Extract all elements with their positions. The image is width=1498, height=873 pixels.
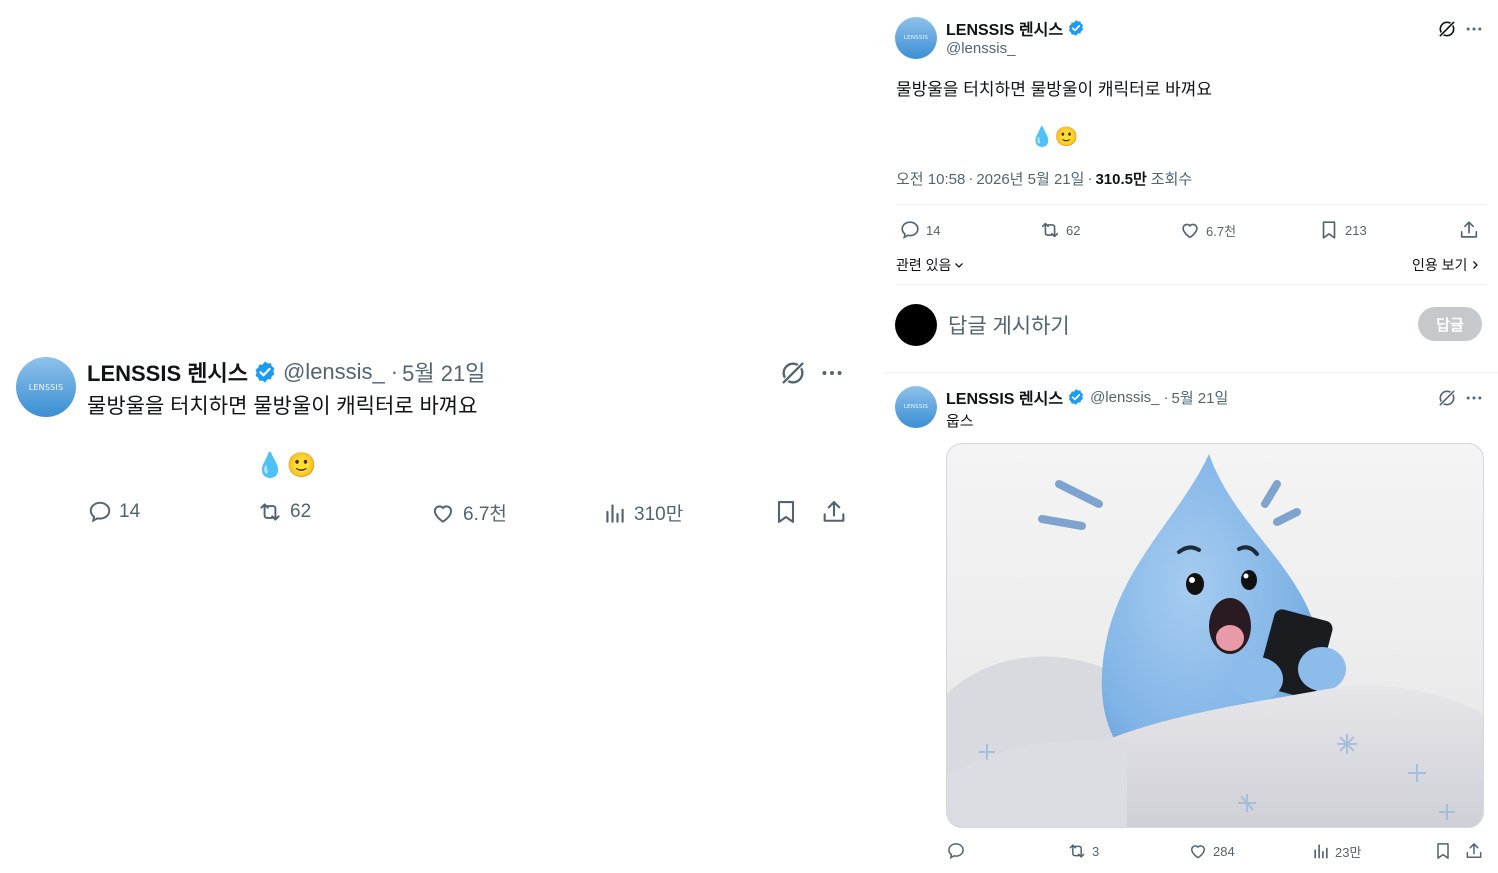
- views-button[interactable]: 310만: [602, 499, 683, 526]
- avatar[interactable]: LENSSIS: [895, 17, 937, 59]
- share-icon[interactable]: [820, 498, 848, 526]
- reply-icon: [901, 221, 919, 239]
- share-icon[interactable]: [1464, 841, 1484, 861]
- separator-dot: ·: [1163, 388, 1169, 406]
- grok-icon[interactable]: [1437, 388, 1457, 408]
- views-label: 조회수: [1150, 171, 1193, 188]
- like-count: 284: [1213, 843, 1235, 859]
- chevron-right-icon: [1473, 261, 1479, 269]
- tweet-emojis: 💧 🙂: [1030, 125, 1078, 149]
- analytics-icon: [1314, 844, 1328, 859]
- like-count: 6.7천: [463, 504, 507, 525]
- reply-submit-button[interactable]: 답글: [1418, 307, 1482, 341]
- views-count: 310.5만: [1095, 171, 1147, 188]
- separator-dot: ·: [1087, 170, 1093, 187]
- view-count: 23만: [1335, 844, 1362, 860]
- bookmark-button[interactable]: 213: [1318, 219, 1367, 241]
- tweet-date[interactable]: 5월 21일: [402, 356, 485, 388]
- verified-badge-icon: [1069, 20, 1084, 36]
- tweet-media-image[interactable]: [946, 443, 1484, 828]
- avatar-logo-text: LENSSIS: [903, 404, 929, 410]
- tweet-text: 물방울을 터치하면 물방울이 캐릭터로 바껴요: [896, 80, 1213, 99]
- separator-dot: ·: [968, 170, 974, 187]
- water-drop-emoji: 💧: [255, 452, 285, 479]
- reply-button[interactable]: 14: [899, 219, 940, 241]
- retweet-icon: [1069, 844, 1085, 858]
- tweet-text: 웁스: [946, 413, 974, 430]
- avatar[interactable]: LENSSIS: [895, 386, 937, 428]
- more-options-icon[interactable]: [1464, 388, 1484, 408]
- retweet-button[interactable]: 62: [256, 499, 311, 525]
- retweet-button[interactable]: 3: [1066, 841, 1099, 861]
- retweet-count: 3: [1092, 843, 1100, 859]
- reply-button[interactable]: [946, 841, 966, 861]
- reply-icon: [89, 501, 111, 523]
- view-quotes-link[interactable]: 인용 보기: [1412, 255, 1481, 275]
- tweet-text: 물방울을 터치하면 물방울이 캐릭터로 바껴요: [87, 395, 478, 418]
- tweet-header: LENSSIS 렌시스 @lenssis_ · 5월 21일: [87, 357, 485, 387]
- handle[interactable]: @lenssis_: [283, 359, 385, 385]
- bookmark-count: 213: [1345, 222, 1367, 238]
- reply-button[interactable]: 14: [87, 499, 140, 525]
- reply-count: 14: [926, 222, 941, 238]
- display-name[interactable]: LENSSIS 렌시스: [946, 385, 1063, 409]
- tweet-time[interactable]: 오전 10:58: [896, 168, 965, 189]
- tweet-meta: 오전 10:58 · 2026년 5월 21일 · 310.5만 조회수: [896, 168, 1192, 189]
- retweet-count: 62: [290, 501, 312, 522]
- tweet-header: LENSSIS 렌시스 @lenssis_ · 5월 21일: [946, 385, 1229, 409]
- view-quotes-label: 인용 보기: [1412, 257, 1468, 273]
- retweet-icon: [1041, 222, 1059, 238]
- heart-icon: [433, 505, 453, 523]
- reply-input[interactable]: 답글 게시하기: [948, 310, 1070, 340]
- divider: [884, 372, 1498, 373]
- bookmark-icon[interactable]: [1433, 841, 1453, 861]
- tweet-author: LENSSIS 렌시스: [946, 16, 1085, 40]
- more-options-icon[interactable]: [1464, 19, 1484, 39]
- grok-icon[interactable]: [1437, 19, 1457, 39]
- user-avatar[interactable]: [895, 304, 937, 346]
- like-button[interactable]: 284: [1188, 841, 1235, 861]
- like-button[interactable]: 6.7천: [430, 499, 507, 526]
- heart-icon: [1190, 845, 1206, 859]
- analytics-icon: [606, 503, 624, 523]
- retweet-count: 62: [1066, 222, 1081, 238]
- avatar-logo-text: LENSSIS: [903, 35, 929, 41]
- tweet-date[interactable]: 2026년 5월 21일: [976, 168, 1084, 189]
- bookmark-icon: [1322, 221, 1336, 239]
- retweet-button[interactable]: 62: [1038, 219, 1080, 241]
- more-options-icon[interactable]: [819, 360, 845, 386]
- divider: [896, 204, 1486, 205]
- handle[interactable]: @lenssis_: [1090, 389, 1159, 406]
- related-dropdown[interactable]: 관련 있음: [896, 255, 965, 275]
- smile-emoji: 🙂: [286, 452, 317, 479]
- display-name[interactable]: LENSSIS 렌시스: [87, 356, 248, 388]
- bookmark-icon[interactable]: [772, 498, 800, 526]
- grok-icon[interactable]: [779, 359, 807, 387]
- related-label: 관련 있음: [896, 257, 952, 273]
- verified-badge-icon: [1069, 389, 1084, 405]
- avatar[interactable]: LENSSIS: [16, 357, 76, 417]
- view-count: 310만: [634, 504, 684, 525]
- water-drop-character-illustration: [947, 454, 1483, 827]
- chevron-down-icon: [955, 263, 964, 268]
- avatar-logo-text: LENSSIS: [28, 382, 64, 392]
- like-count: 6.7천: [1206, 223, 1237, 239]
- views-button[interactable]: 23만: [1311, 841, 1361, 861]
- smile-emoji: 🙂: [1054, 127, 1079, 148]
- separator-dot: ·: [390, 359, 399, 384]
- water-drop-emoji: 💧: [1030, 127, 1054, 148]
- divider: [896, 284, 1486, 285]
- verified-badge-icon: [255, 361, 275, 383]
- share-icon[interactable]: [1458, 219, 1480, 241]
- heart-icon: [1182, 223, 1198, 239]
- tweet-date[interactable]: 5월 21일: [1172, 387, 1229, 408]
- handle[interactable]: @lenssis_: [946, 40, 1015, 57]
- retweet-icon: [260, 503, 280, 521]
- reply-count: 14: [119, 501, 141, 522]
- tweet-emojis: 💧 🙂: [255, 451, 317, 480]
- display-name[interactable]: LENSSIS 렌시스: [946, 16, 1063, 40]
- reply-icon: [948, 843, 964, 860]
- like-button[interactable]: 6.7천: [1179, 219, 1236, 241]
